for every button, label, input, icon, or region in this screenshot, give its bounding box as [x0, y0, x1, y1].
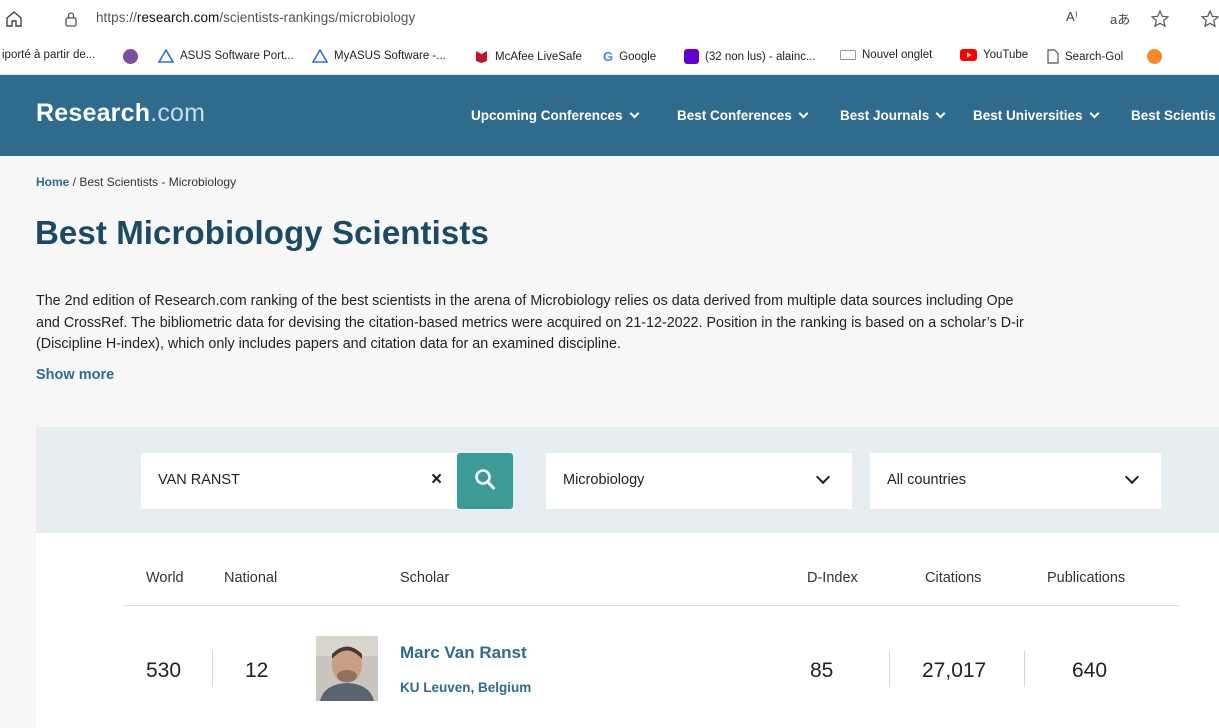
page-title: Best Microbiology Scientists: [35, 214, 489, 251]
nav-best-universities[interactable]: Best Universities: [973, 108, 1100, 123]
results-table: [36, 533, 1219, 728]
site-logo[interactable]: Research.com: [36, 99, 205, 128]
bookmark-youtube[interactable]: YouTube: [960, 49, 1028, 61]
bookmark-myasus[interactable]: MyASUS Software -...: [312, 49, 446, 63]
search-button[interactable]: [457, 453, 513, 509]
bookmark-new-tab[interactable]: Nouvel onglet: [840, 49, 932, 61]
bookmark-wikipedia[interactable]: [123, 49, 138, 64]
ranking-description: The 2nd edition of Research.com ranking …: [36, 291, 1219, 356]
google-icon: G: [603, 49, 614, 64]
column-divider: [1024, 651, 1025, 687]
column-header-scholar: Scholar: [400, 570, 450, 586]
country-select[interactable]: All countries: [870, 453, 1161, 509]
nav-best-journals[interactable]: Best Journals: [840, 108, 946, 123]
header-divider: [124, 605, 1179, 606]
url-domain: research.com: [136, 10, 220, 25]
nav-best-scientists[interactable]: Best Scientis: [1131, 108, 1216, 123]
description-line: and CrossRef. The bibliometric data for …: [36, 314, 1024, 331]
d-index-value: 85: [810, 659, 834, 682]
bookmark-google[interactable]: G Google: [603, 49, 656, 64]
citations-value: 27,017: [922, 659, 987, 682]
chevron-down-icon: [815, 469, 831, 485]
yahoo-mail-icon: [684, 49, 699, 64]
translate-icon[interactable]: aあ: [1110, 9, 1130, 28]
home-icon[interactable]: [4, 9, 24, 29]
site-header: Research.com Upcoming Conferences Best C…: [0, 75, 1219, 156]
bookmark-asus-portal[interactable]: ASUS Software Port...: [158, 49, 294, 63]
page-icon: [1047, 49, 1059, 64]
scholar-affiliation-link[interactable]: KU Leuven, Belgium: [400, 680, 531, 695]
column-divider: [889, 651, 890, 687]
column-divider: [212, 651, 213, 687]
chevron-down-icon: [1089, 108, 1100, 119]
chevron-down-icon: [1124, 469, 1140, 485]
show-more-link[interactable]: Show more: [36, 367, 114, 383]
favorite-star-icon[interactable]: [1150, 9, 1170, 29]
search-input-value: VAN RANST: [158, 472, 240, 488]
asus-icon: [312, 49, 328, 63]
scholar-search-input[interactable]: VAN RANST ×: [141, 453, 459, 509]
bookmark-yahoo-mail[interactable]: (32 non lus) - alainc...: [684, 49, 816, 64]
search-icon: [475, 469, 495, 490]
favorites-icon[interactable]: [1200, 9, 1219, 29]
description-line: (Discipline H-index), which only include…: [36, 336, 621, 352]
bookmark-extension[interactable]: [1147, 49, 1162, 64]
chevron-down-icon: [798, 108, 809, 119]
asus-icon: [158, 49, 174, 63]
column-header-publications[interactable]: Publications: [1047, 570, 1125, 586]
clear-search-icon[interactable]: ×: [431, 469, 442, 491]
bookmark-search-gol[interactable]: Search-Gol: [1047, 49, 1123, 64]
breadcrumb-current: Best Scientists - Microbiology: [79, 175, 237, 189]
mcafee-icon: [476, 51, 487, 63]
bookmark-imported[interactable]: iporté à partir de...: [2, 49, 95, 61]
youtube-icon: [960, 49, 977, 61]
world-rank: 530: [146, 659, 182, 682]
nav-upcoming-conferences[interactable]: Upcoming Conferences: [471, 108, 639, 123]
read-aloud-icon[interactable]: A⁾: [1066, 9, 1078, 25]
extension-icon: [1147, 49, 1162, 64]
breadcrumb: Home / Best Scientists - Microbiology: [36, 175, 237, 189]
url-path: /scientists-rankings/microbiology: [219, 10, 416, 25]
description-line: The 2nd edition of Research.com ranking …: [36, 293, 1014, 309]
bookmark-mcafee[interactable]: McAfee LiveSafe: [474, 49, 582, 64]
scholar-name-link[interactable]: Marc Van Ranst: [400, 643, 527, 663]
url-field[interactable]: https://research.com/scientists-rankings…: [96, 10, 415, 25]
publications-value: 640: [1072, 659, 1108, 682]
national-rank: 12: [245, 659, 269, 682]
chevron-down-icon: [629, 108, 639, 119]
chevron-down-icon: [935, 108, 946, 119]
url-prefix: https://: [96, 10, 137, 25]
breadcrumb-home-link[interactable]: Home: [36, 175, 69, 189]
column-header-d-index[interactable]: D-Index: [807, 570, 858, 586]
discipline-select[interactable]: Microbiology: [546, 453, 852, 509]
column-header-citations[interactable]: Citations: [925, 570, 981, 586]
column-header-national[interactable]: National: [224, 570, 277, 586]
browser-address-bar: https://research.com/scientists-rankings…: [0, 0, 1219, 38]
new-tab-icon: [840, 50, 856, 60]
wikipedia-icon: [123, 49, 138, 64]
bookmarks-bar: iporté à partir de... ASUS Software Port…: [0, 38, 1219, 75]
column-header-world[interactable]: World: [146, 570, 184, 586]
scholar-avatar[interactable]: [316, 636, 378, 701]
lock-icon[interactable]: [64, 10, 78, 28]
nav-best-conferences[interactable]: Best Conferences: [677, 108, 809, 123]
